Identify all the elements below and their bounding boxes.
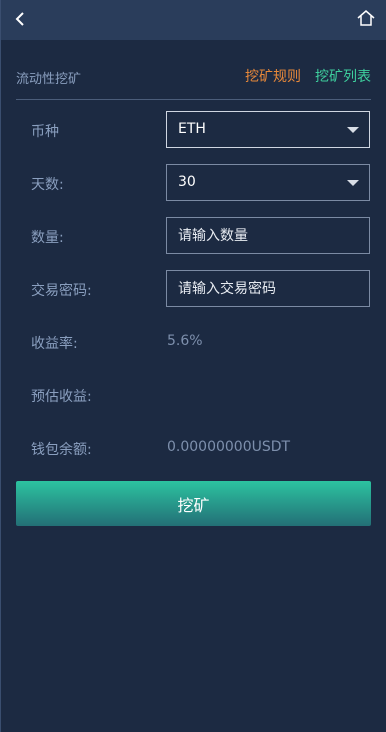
- trade-password-input[interactable]: [178, 271, 369, 306]
- days-select[interactable]: 30: [166, 164, 370, 201]
- days-select-value: 30: [178, 174, 196, 190]
- yield-rate-label: 收益率:: [31, 336, 78, 352]
- trade-password-label: 交易密码:: [31, 283, 92, 299]
- amount-input[interactable]: [178, 218, 369, 253]
- mining-rules-link[interactable]: 挖矿规则: [245, 66, 301, 86]
- wallet-balance-label: 钱包余额:: [31, 442, 92, 458]
- yield-rate-value: 5.6%: [167, 333, 203, 349]
- mine-button[interactable]: 挖矿: [16, 481, 371, 526]
- page: 流动性挖矿 挖矿规则 挖矿列表 币种 ETH 天数: 30 数量: 交易密码: …: [0, 0, 386, 732]
- divider: [16, 99, 371, 100]
- caret-down-icon: [347, 180, 359, 186]
- chevron-left-icon: [15, 12, 24, 26]
- wallet-balance-value: 0.00000000USDT: [167, 439, 291, 455]
- back-button[interactable]: [11, 9, 31, 29]
- trade-password-field-wrapper: [166, 270, 370, 307]
- amount-label: 数量:: [31, 230, 64, 246]
- section-title: 流动性挖矿: [16, 72, 82, 87]
- mining-list-link[interactable]: 挖矿列表: [315, 66, 371, 86]
- section-header: 流动性挖矿 挖矿规则 挖矿列表: [16, 62, 371, 90]
- amount-field-wrapper: [166, 217, 370, 254]
- currency-select[interactable]: ETH: [166, 111, 370, 148]
- currency-label: 币种: [31, 124, 59, 140]
- expected-income-label: 预估收益:: [31, 389, 92, 405]
- days-label: 天数:: [31, 177, 64, 193]
- currency-select-value: ETH: [178, 121, 206, 137]
- caret-down-icon: [347, 127, 359, 133]
- home-button[interactable]: [356, 8, 376, 28]
- top-bar: [1, 0, 386, 40]
- home-icon: [357, 10, 375, 26]
